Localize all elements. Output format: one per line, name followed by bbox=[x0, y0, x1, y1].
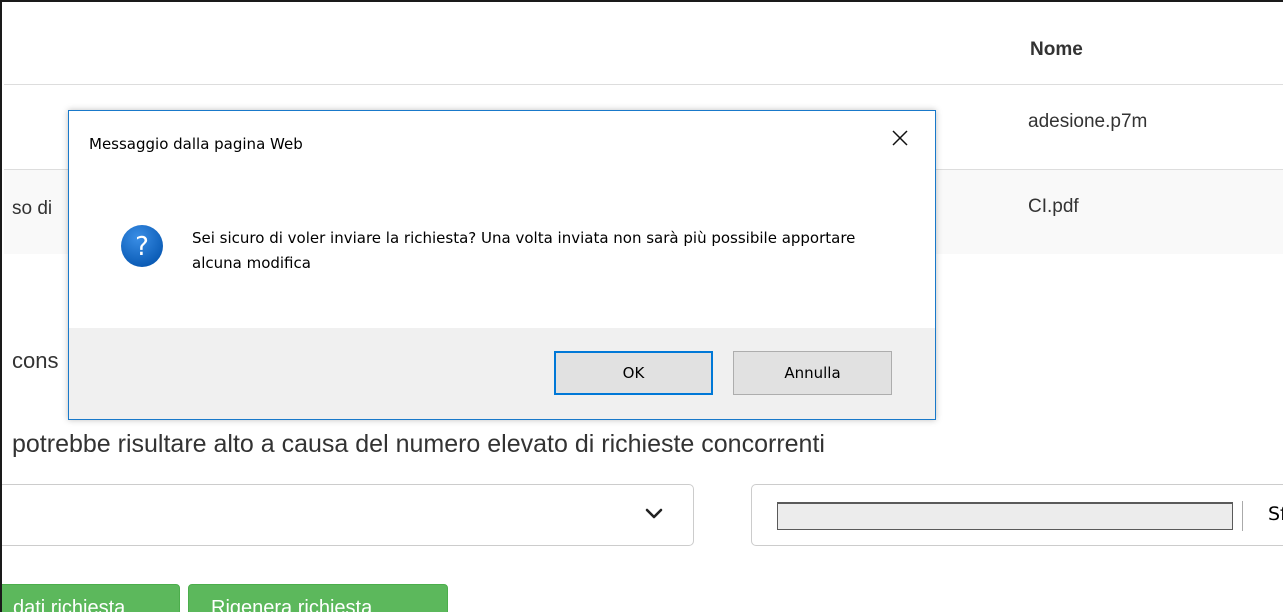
page-frame: Nome adesione.p7m so di CI.pdf cons potr… bbox=[0, 0, 1283, 612]
ok-button[interactable]: OK bbox=[554, 351, 713, 395]
dati-richiesta-button[interactable]: dati richiesta bbox=[2, 584, 180, 612]
partial-label: cons bbox=[12, 348, 59, 373]
dialog-message: Sei sicuro di voler inviare la richiesta… bbox=[192, 229, 856, 272]
rigenera-richiesta-button[interactable]: Rigenera richiesta bbox=[188, 584, 448, 612]
description-cell: so di bbox=[12, 198, 53, 219]
cancel-button[interactable]: Annulla bbox=[733, 351, 892, 395]
file-name-cell[interactable]: CI.pdf bbox=[1028, 196, 1079, 218]
divider bbox=[1242, 501, 1243, 531]
file-name-cell[interactable]: adesione.p7m bbox=[1028, 111, 1147, 133]
table-header: Nome bbox=[4, 4, 1283, 85]
question-icon: ? bbox=[121, 225, 163, 267]
dialog-title: Messaggio dalla pagina Web bbox=[89, 135, 303, 153]
svg-text:?: ? bbox=[135, 232, 149, 262]
column-header-nome: Nome bbox=[1030, 39, 1083, 60]
dialog-footer: OK Annulla bbox=[69, 328, 935, 419]
browse-button[interactable]: Sf bbox=[1268, 503, 1283, 525]
file-upload-group: Sf bbox=[751, 484, 1283, 546]
notice-text: potrebbe risultare alto a causa del nume… bbox=[12, 430, 825, 458]
chevron-down-icon bbox=[645, 508, 663, 519]
file-path-input[interactable] bbox=[777, 502, 1233, 530]
type-select[interactable] bbox=[2, 484, 694, 546]
close-icon[interactable] bbox=[887, 125, 913, 151]
confirm-dialog: Messaggio dalla pagina Web ? Sei sicuro … bbox=[68, 110, 936, 420]
